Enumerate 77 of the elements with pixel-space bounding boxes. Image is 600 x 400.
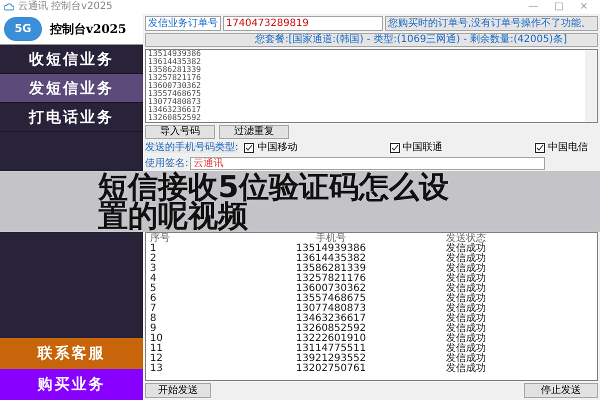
signature-label: 使用签名: xyxy=(145,157,188,170)
phone-number: 13257821176 xyxy=(147,74,202,82)
stop-send-button[interactable]: 停止发送 xyxy=(524,383,598,398)
sidebar-button[interactable]: 购买业务 xyxy=(0,369,143,400)
action-button[interactable]: 导入号码 xyxy=(145,125,215,139)
table-cell-text: 13921293552 xyxy=(295,354,367,364)
table-cell-text: 8 xyxy=(149,314,158,324)
table-cell-text: 11 xyxy=(149,344,164,354)
cloud-icon xyxy=(4,3,14,11)
phone-number: 13557468675 xyxy=(147,90,202,98)
phone-number: 13463236617 xyxy=(147,106,202,114)
sidebar-item[interactable]: 发短信业务 xyxy=(0,74,143,103)
carrier-label: 发送的手机号码类型: xyxy=(145,143,238,153)
table-cell-text: 13222601910 xyxy=(295,334,367,344)
start-send-button[interactable]: 开始发送 xyxy=(145,383,211,398)
table-cell-text: 13260852592 xyxy=(295,324,367,334)
number-list-field[interactable]: 13514939386 13614435382 13586281339 13257821176 13600730362 13557468675 13077480873 13463236617 13260852592 xyxy=(145,49,598,123)
table-cell-text: 发信成功 xyxy=(445,334,487,344)
table-cell-text: 1 xyxy=(149,244,158,254)
table-cell-text: 2 xyxy=(149,254,158,264)
checkbox[interactable] xyxy=(390,143,400,153)
phone-number: 13614435382 xyxy=(147,58,202,66)
table-cell-text: 13586281339 xyxy=(295,264,367,274)
table-cell-text: 13 xyxy=(149,364,164,374)
table-cell-text: 3 xyxy=(149,264,158,274)
phone-number: 13600730362 xyxy=(147,82,202,90)
phone-number: 13586281339 xyxy=(147,66,202,74)
window-title: 云通讯 控制台v2025 xyxy=(18,2,113,12)
scrollbar[interactable] xyxy=(585,50,597,122)
phone-number: 13077480873 xyxy=(147,98,202,106)
table-cell-text: 13600730362 xyxy=(295,284,367,294)
table-cell-text: 12 xyxy=(149,354,164,364)
logo-badge: 5G xyxy=(4,17,42,41)
order-label: 发信业务订单号 xyxy=(145,16,221,31)
table-cell-text: 发信成功 xyxy=(445,314,487,324)
order-hint: 您购买时的订单号,没有订单号操作不了功能。 xyxy=(385,16,598,31)
table-cell-text: 5 xyxy=(149,284,158,294)
overlay-title: 短信接收5位验证码怎么设 置的呢视频 xyxy=(98,172,449,230)
table-cell-text: 7 xyxy=(149,304,158,314)
column-header[interactable]: 发送状态 xyxy=(406,233,526,244)
checkbox[interactable] xyxy=(244,143,254,153)
table-cell-text: 4 xyxy=(149,274,158,284)
table-cell-text: 发信成功 xyxy=(445,364,487,374)
table-cell-text: 发信成功 xyxy=(445,324,487,334)
carrier-label: 中国电信 xyxy=(548,143,588,153)
table-cell-text: 发信成功 xyxy=(445,244,487,254)
table-cell-text: 13257821176 xyxy=(295,274,367,284)
table-cell-text: 发信成功 xyxy=(445,354,487,364)
phone-number: 13260852592 xyxy=(147,114,202,122)
table-cell-text: 发信成功 xyxy=(445,274,487,284)
phone-number: 13514939386 xyxy=(147,50,202,58)
table-cell-text: 13077480873 xyxy=(295,304,367,314)
table-cell-text: 发信成功 xyxy=(445,284,487,294)
logo-text: 控制台v2025 xyxy=(50,21,126,38)
table-cell-text: 发信成功 xyxy=(445,344,487,354)
table-cell-text: 发信成功 xyxy=(445,304,487,314)
table-cell-text: 9 xyxy=(149,324,156,334)
carrier-label: 中国联通 xyxy=(402,143,443,153)
order-input[interactable]: 1740473289819 xyxy=(223,16,383,31)
table-cell-text: 13557468675 xyxy=(295,294,367,304)
table-cell-text: 13614435382 xyxy=(295,254,367,264)
table-cell-text: 13514939386 xyxy=(295,244,367,254)
table-cell-text: 10 xyxy=(149,334,164,344)
checkbox[interactable] xyxy=(535,143,545,153)
signature-input[interactable]: 云通讯 xyxy=(190,157,545,170)
table-cell-text: 13114775511 xyxy=(295,344,367,354)
table-cell-text: 6 xyxy=(149,294,158,304)
table-cell-text: 发信成功 xyxy=(445,264,487,274)
column-header[interactable]: 手机号 xyxy=(256,233,406,244)
table-cell-text: 发信成功 xyxy=(445,254,487,264)
plan-info: 您套餐:[国家通道:(韩国) - 类型:(1069三网通) - 剩余数量:(42005)条] xyxy=(255,34,567,46)
table-cell-text: 13202750761 xyxy=(295,364,367,374)
action-button[interactable]: 过滤重复 xyxy=(219,125,289,139)
sidebar-button[interactable]: 联系客服 xyxy=(0,338,143,369)
table-cell-text: 13463236617 xyxy=(295,314,367,324)
table-cell-text: 发信成功 xyxy=(445,294,487,304)
carrier-label: 中国移动 xyxy=(257,143,298,153)
